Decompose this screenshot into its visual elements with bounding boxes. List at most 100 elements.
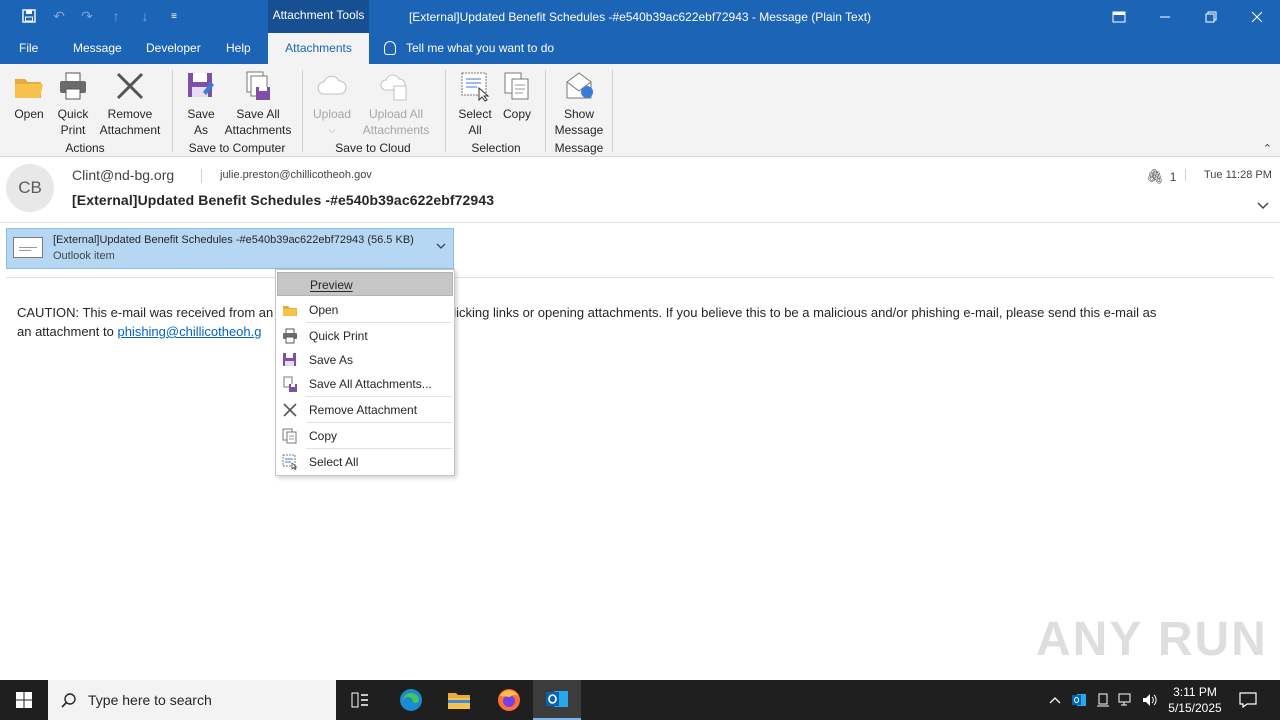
open-button[interactable]: Open xyxy=(8,70,50,122)
lightbulb-icon xyxy=(384,41,396,55)
group-label-save-cloud: Save to Cloud xyxy=(335,141,411,155)
quick-print-button[interactable]: Quick Print xyxy=(52,70,94,138)
upload-all-attachments-button[interactable]: Upload All Attachments xyxy=(360,70,432,138)
show-message-label-1: Show xyxy=(563,107,595,121)
menu-item-label: Select All xyxy=(309,455,359,469)
paperclip-icon: 🖇 xyxy=(1146,168,1164,184)
tab-developer[interactable]: Developer xyxy=(136,33,211,64)
taskbar-search-box[interactable]: Type here to search xyxy=(48,680,336,720)
attachment-type: Outlook item xyxy=(53,250,115,262)
folder-icon xyxy=(15,79,43,98)
save-as-label-2: As xyxy=(193,123,208,137)
minimize-button[interactable] xyxy=(1142,0,1188,33)
copy-button[interactable]: Copy xyxy=(498,70,536,122)
group-separator xyxy=(302,70,303,152)
windows-start-button[interactable] xyxy=(0,680,48,720)
remove-attachment-button[interactable]: Remove Attachment xyxy=(96,70,164,138)
quick-print-label-2: Print xyxy=(60,123,86,137)
menu-item-label: Remove Attachment xyxy=(309,403,418,417)
redo-icon[interactable]: ↷ xyxy=(77,6,97,26)
menu-item-save-all-attachments[interactable]: Save All Attachments... xyxy=(277,372,453,396)
save-all-icon xyxy=(283,376,297,392)
context-menu: Preview Open Quick Print Save As Save Al… xyxy=(275,269,455,476)
save-icon[interactable] xyxy=(19,6,39,26)
body-line2-start: an attachment to xyxy=(17,324,114,339)
avatar[interactable]: CB xyxy=(6,164,54,212)
windows-icon xyxy=(16,692,32,708)
upload-button[interactable]: Upload ⌵ xyxy=(308,70,356,138)
previous-item-icon[interactable]: ↑ xyxy=(106,6,126,26)
sender[interactable]: Clint@nd-bg.org xyxy=(72,167,174,183)
remove-label-1: Remove xyxy=(107,107,153,121)
outlook-item-icon xyxy=(13,237,43,258)
task-view-icon[interactable] xyxy=(336,680,384,720)
save-all-label-2: Attachments xyxy=(224,123,292,137)
menu-item-label: Save All Attachments... xyxy=(309,377,432,391)
edge-icon[interactable] xyxy=(387,680,435,720)
notifications-icon[interactable] xyxy=(1236,680,1260,720)
group-separator xyxy=(445,70,446,152)
ribbon-display-options-icon[interactable] xyxy=(1096,0,1142,33)
menu-item-select-all[interactable]: Select All xyxy=(277,450,453,474)
attachment-name: [External]Updated Benefit Schedules -#e5… xyxy=(53,234,414,246)
tab-message[interactable]: Message xyxy=(63,33,132,64)
attachment-item[interactable]: [External]Updated Benefit Schedules -#e5… xyxy=(6,228,454,269)
show-hidden-icons-icon[interactable] xyxy=(1046,680,1064,720)
menu-item-copy[interactable]: Copy xyxy=(277,424,453,448)
tab-help[interactable]: Help xyxy=(216,33,261,64)
group-separator xyxy=(172,70,173,152)
envelope-icon xyxy=(566,72,593,99)
file-explorer-icon[interactable] xyxy=(435,680,483,720)
next-item-icon[interactable]: ↓ xyxy=(135,6,155,26)
group-label-message: Message xyxy=(554,141,604,155)
tab-file[interactable]: File xyxy=(9,33,48,64)
show-message-button[interactable]: Show Message xyxy=(552,70,606,138)
device-icon[interactable] xyxy=(1094,680,1112,720)
close-icon xyxy=(283,403,297,417)
customize-qat-icon[interactable]: ≡ xyxy=(164,6,184,26)
remove-label-2: Attachment xyxy=(99,123,161,137)
copy-icon xyxy=(282,428,297,444)
restore-button[interactable] xyxy=(1188,0,1234,33)
firefox-icon[interactable] xyxy=(485,680,533,720)
outlook-tray-icon[interactable] xyxy=(1069,680,1089,720)
attachment-count: 🖇 1 xyxy=(1146,168,1176,185)
window-title: [External]Updated Benefit Schedules -#e5… xyxy=(408,10,872,24)
save-as-button[interactable]: Save As xyxy=(180,70,222,138)
menu-item-quick-print[interactable]: Quick Print xyxy=(277,324,453,348)
select-all-label-1: Select xyxy=(458,107,492,121)
network-icon[interactable] xyxy=(1116,680,1136,720)
search-icon xyxy=(61,693,76,708)
taskbar: Type here to search 3:11 PM 5/15/2025 xyxy=(0,680,1280,720)
taskbar-clock[interactable]: 3:11 PM 5/15/2025 xyxy=(1160,684,1230,716)
menu-item-preview[interactable]: Preview xyxy=(277,272,453,296)
group-label-selection: Selection xyxy=(471,141,521,155)
outlook-taskbar-icon[interactable] xyxy=(533,680,581,720)
menu-item-remove-attachment[interactable]: Remove Attachment xyxy=(277,398,453,422)
menu-separator xyxy=(306,448,452,449)
select-all-button[interactable]: Select All xyxy=(454,70,496,138)
menu-item-open[interactable]: Open xyxy=(277,298,453,322)
save-all-attachments-button[interactable]: Save All Attachments xyxy=(222,70,294,138)
recipient[interactable]: julie.preston@chillicotheoh.gov xyxy=(220,169,372,181)
select-all-icon xyxy=(461,72,490,102)
tab-attachments[interactable]: Attachments xyxy=(268,33,369,64)
search-placeholder: Type here to search xyxy=(88,692,212,708)
tell-me-text: Tell me what you want to do xyxy=(406,41,555,55)
ribbon: Open Quick Print Remove Attachment Actio… xyxy=(0,64,1280,157)
printer-icon xyxy=(283,328,297,344)
message-body: CAUTION: This e-mail was received from a… xyxy=(17,303,1257,341)
volume-icon[interactable] xyxy=(1140,680,1160,720)
menu-item-save-as[interactable]: Save As xyxy=(277,348,453,372)
title-bar: ↶ ↷ ↑ ↓ ≡ Attachment Tools [External]Upd… xyxy=(0,0,1280,33)
close-button[interactable] xyxy=(1234,0,1280,33)
undo-icon[interactable]: ↶ xyxy=(49,6,69,26)
expand-header-icon[interactable] xyxy=(1257,199,1269,213)
chevron-down-icon[interactable] xyxy=(433,241,449,252)
collapse-ribbon-icon[interactable]: ⌃ xyxy=(1263,142,1272,155)
cloud-icon xyxy=(317,75,347,95)
attachment-count-value: 1 xyxy=(1169,170,1177,184)
tell-me-box[interactable]: Tell me what you want to do xyxy=(384,33,554,64)
ribbon-tab-row: File Message Developer Help Attachments … xyxy=(0,33,1280,64)
phishing-report-link[interactable]: phishing@chillicotheoh.g xyxy=(117,324,261,339)
